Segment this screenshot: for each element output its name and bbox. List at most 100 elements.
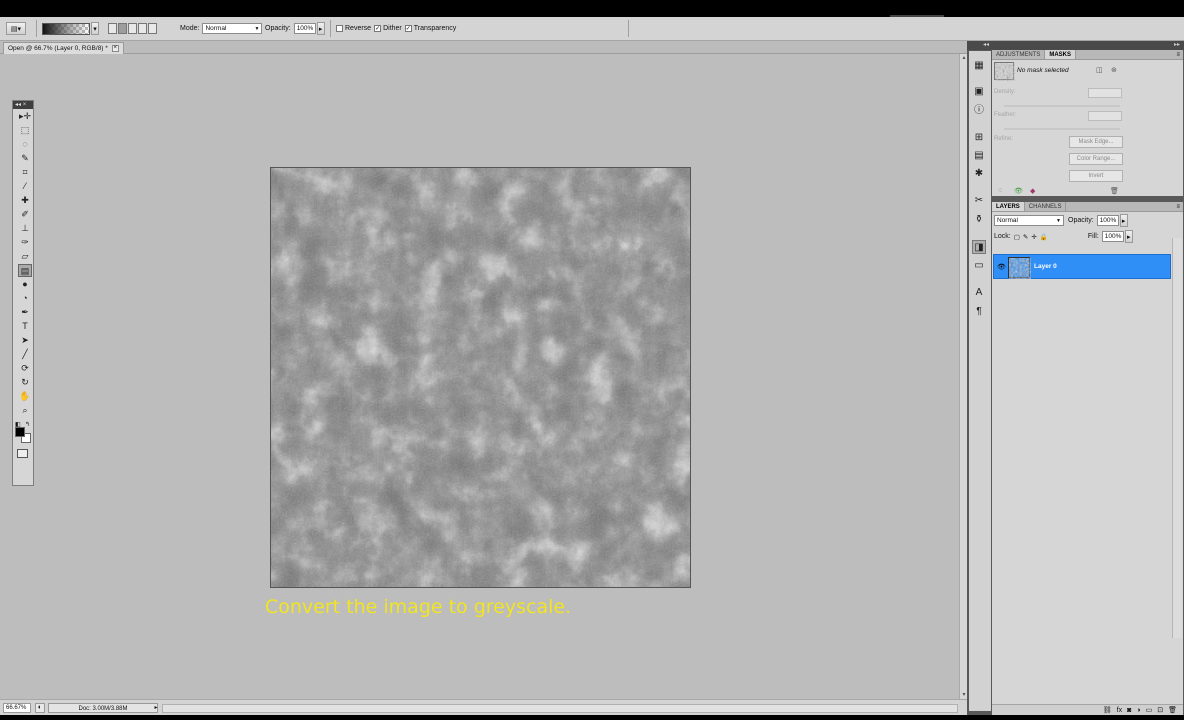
status-preview-icon[interactable]: ◐ [35, 703, 45, 713]
dodge-tool-icon[interactable]: ◔ [18, 292, 32, 305]
status-menu-arrow-icon[interactable]: ▸ [152, 703, 160, 713]
brush-tool-icon[interactable]: ✐ [18, 208, 32, 221]
zoom-tool-icon[interactable]: ⌕ [18, 404, 32, 417]
adjustment-layer-icon[interactable]: ◑ [1136, 707, 1140, 714]
history-brush-tool-icon[interactable]: ✑ [18, 236, 32, 249]
load-selection-icon[interactable]: ◌ [998, 187, 1002, 194]
doc-size-readout[interactable]: Doc: 3.00M/3.88M [48, 703, 158, 713]
clone-source-panel-icon[interactable]: ⚱ [972, 213, 986, 227]
dither-checkbox[interactable]: ✓ [374, 25, 382, 32]
healing-brush-tool-icon[interactable]: ✚ [18, 194, 32, 207]
gradient-picker[interactable] [42, 22, 90, 35]
blur-tool-icon[interactable]: ● [18, 278, 32, 291]
tab-masks[interactable]: MASKS [1045, 50, 1077, 59]
reflected-gradient-icon[interactable] [138, 23, 147, 34]
quick-selection-tool-icon[interactable]: ✎ [18, 152, 32, 165]
opacity-input[interactable]: 100% [293, 23, 316, 34]
hand-tool-icon[interactable]: ✋ [18, 390, 32, 403]
swatches-panel-icon[interactable]: ▤ [972, 149, 986, 163]
foreground-color-swatch[interactable] [15, 427, 25, 437]
swap-colors-icon[interactable]: ↰ [25, 421, 30, 428]
invert-button[interactable]: Invert [1069, 170, 1123, 182]
visibility-eye-icon[interactable]: 👁 [1014, 187, 1023, 195]
close-icon[interactable]: × [111, 45, 119, 52]
tools-panel-header[interactable]: ◂◂ × [13, 101, 33, 109]
marquee-tool-icon[interactable]: ⬚ [18, 124, 32, 137]
diamond-gradient-icon[interactable] [148, 23, 157, 34]
tab-adjustments[interactable]: ADJUSTMENTS [992, 50, 1046, 59]
lock-transparent-icon[interactable]: ▢ [1014, 233, 1020, 241]
feather-slider[interactable] [1004, 128, 1120, 130]
gradient-tool-icon[interactable]: ▤▾ [6, 22, 26, 35]
eraser-tool-icon[interactable]: ▱ [18, 250, 32, 263]
texture-image[interactable] [270, 167, 691, 588]
color-panel-icon[interactable]: ⊞ [972, 131, 986, 145]
vector-mask-icon[interactable]: ⊛ [1111, 66, 1117, 74]
horizontal-scrollbar[interactable] [162, 704, 958, 713]
blend-mode-select[interactable]: Normal ▼ [994, 215, 1064, 226]
tab-layers[interactable]: LAYERS [992, 202, 1025, 211]
histogram-panel-icon[interactable]: ▦ [972, 59, 986, 73]
feather-field[interactable] [1088, 111, 1122, 121]
gradient-tool-icon[interactable]: ▤ [18, 264, 32, 277]
quick-mask-icon[interactable] [17, 449, 28, 458]
fill-input[interactable]: 100% [1101, 231, 1124, 242]
fx-icon[interactable]: fx [1117, 707, 1122, 714]
layers-scrollbar[interactable] [1172, 238, 1182, 638]
pen-tool-icon[interactable]: ✒ [18, 306, 32, 319]
3d-orbit-tool-icon[interactable]: ↻ [18, 376, 32, 389]
layer-opacity-input[interactable]: 100% [1096, 215, 1119, 226]
layers-panel-icon[interactable]: ◨ [972, 240, 986, 254]
lock-all-icon[interactable]: 🔒 [1040, 233, 1048, 241]
eyedropper-tool-icon[interactable]: ⁄ [18, 180, 32, 193]
color-range-button[interactable]: Color Range... [1069, 153, 1123, 165]
info-panel-icon[interactable]: ⓘ [972, 104, 986, 118]
density-slider[interactable] [1004, 105, 1120, 107]
transparency-checkbox[interactable]: ✓ [404, 25, 412, 32]
document-tab[interactable]: Open @ 66.7% (Layer 0, RGB/8) * × [3, 42, 124, 54]
apply-mask-icon[interactable]: ◆ [1030, 187, 1035, 195]
line-tool-icon[interactable]: ╱ [18, 348, 32, 361]
tab-channels[interactable]: CHANNELS [1025, 202, 1067, 211]
linear-gradient-icon[interactable] [108, 23, 117, 34]
radial-gradient-icon[interactable] [118, 23, 127, 34]
delete-mask-icon[interactable]: 🗑 [1110, 187, 1119, 195]
panels-collapse-icon[interactable]: ▸▸ [991, 41, 1184, 50]
panel-menu-icon[interactable]: ≡ [1176, 202, 1183, 211]
paragraph-panel-icon[interactable]: ¶ [972, 305, 986, 319]
clone-stamp-tool-icon[interactable]: ⊥ [18, 222, 32, 235]
layer-opacity-slider-button[interactable]: ▸ [1119, 214, 1128, 227]
pixel-mask-icon[interactable]: ◫ [1096, 66, 1103, 74]
lock-position-icon[interactable]: ✛ [1031, 233, 1036, 241]
reverse-checkbox[interactable] [336, 25, 343, 32]
link-layers-icon[interactable]: ⛓ [1103, 706, 1112, 714]
trash-icon[interactable]: 🗑 [1168, 706, 1177, 714]
mask-edge-button[interactable]: Mask Edge... [1069, 136, 1123, 148]
layer-row[interactable]: 👁 Layer 0 [993, 254, 1171, 279]
fill-slider-button[interactable]: ▸ [1124, 230, 1133, 243]
vertical-scrollbar[interactable]: ▴ ▾ [959, 54, 967, 699]
new-group-icon[interactable]: ▭ [1146, 706, 1153, 714]
density-field[interactable] [1088, 88, 1122, 98]
zoom-field[interactable]: 66.67% [3, 703, 31, 713]
dock-collapse-icon[interactable]: ◂◂ [967, 41, 991, 50]
panel-menu-icon[interactable]: ≡ [1176, 50, 1183, 59]
gradient-dropdown-icon[interactable]: ▾ [91, 22, 99, 35]
3d-rotate-tool-icon[interactable]: ⟳ [18, 362, 32, 375]
move-tool-icon[interactable]: ▸✛ [18, 110, 32, 123]
character-panel-icon[interactable]: A [972, 286, 986, 300]
angle-gradient-icon[interactable] [128, 23, 137, 34]
styles-panel-icon[interactable]: ✱ [972, 167, 986, 181]
brushes-panel-icon[interactable]: ✂ [972, 194, 986, 208]
type-tool-icon[interactable]: T [18, 320, 32, 333]
lasso-tool-icon[interactable]: ◌ [18, 138, 32, 151]
path-selection-tool-icon[interactable]: ➤ [18, 334, 32, 347]
add-mask-icon[interactable]: ◙ [1127, 707, 1131, 714]
new-layer-icon[interactable]: ⊡ [1157, 706, 1163, 714]
paths-panel-icon[interactable]: ▭ [972, 259, 986, 273]
navigator-panel-icon[interactable]: ▣ [972, 85, 986, 99]
crop-tool-icon[interactable]: ⌗ [18, 166, 32, 179]
opacity-slider-button[interactable]: ▸ [316, 22, 325, 35]
lock-image-icon[interactable]: ✎ [1023, 233, 1028, 241]
eye-icon[interactable]: 👁 [997, 263, 1006, 271]
